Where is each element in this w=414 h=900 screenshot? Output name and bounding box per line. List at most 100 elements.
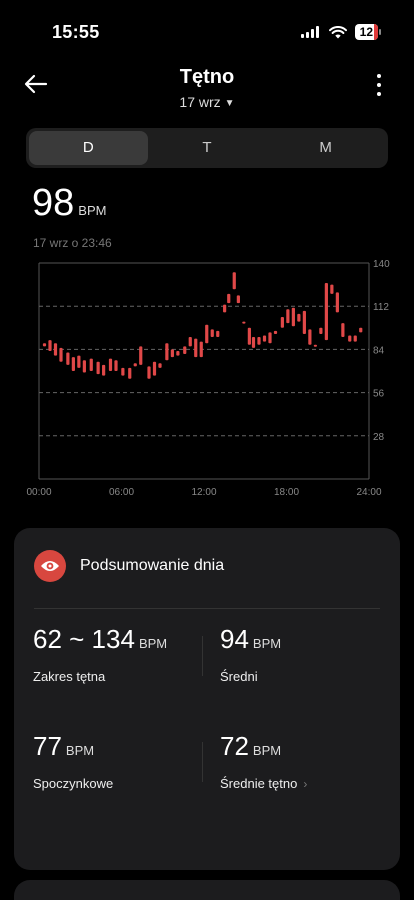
chart-range-bar bbox=[251, 337, 256, 348]
stat-average-label: Średni bbox=[220, 669, 258, 684]
chart-range-bar bbox=[273, 330, 278, 334]
chart-range-bar bbox=[353, 335, 357, 342]
caret-down-icon: ▼ bbox=[224, 98, 235, 109]
heart-rate-chart[interactable]: 140 112 84 56 28 00:00 06:00 12:00 18:00 24:00 bbox=[0, 254, 414, 504]
tab-week[interactable]: T bbox=[148, 131, 267, 165]
stat-average: 94 BPM Średni bbox=[220, 624, 281, 684]
chart-range-bar bbox=[71, 357, 75, 371]
current-bpm: 98 BPM bbox=[32, 182, 106, 225]
chart-range-bar bbox=[89, 358, 93, 371]
chart-range-bar bbox=[262, 335, 267, 342]
chart-range-bar bbox=[210, 329, 214, 338]
current-bpm-value: 98 bbox=[32, 182, 75, 224]
stat-resting-avg[interactable]: 72 BPM Średnie tętno › bbox=[220, 731, 307, 791]
chart-range-bar bbox=[232, 272, 236, 290]
column-divider bbox=[202, 742, 203, 782]
stat-resting: 77 BPM Spoczynkowe bbox=[33, 731, 113, 791]
battery-level: 12 bbox=[359, 25, 373, 39]
chart-range-bar bbox=[128, 367, 132, 379]
chart-range-bar bbox=[302, 310, 306, 334]
chart-range-bar bbox=[176, 350, 180, 356]
summary-title: Podsumowanie dnia bbox=[80, 557, 225, 574]
page-title: Tętno bbox=[179, 66, 235, 88]
period-tabs: D T M bbox=[26, 128, 388, 168]
date-selector[interactable]: 17 wrz ▼ bbox=[0, 94, 414, 110]
chart-range-bar bbox=[348, 335, 352, 342]
chart-range-bar bbox=[268, 332, 272, 344]
stat-resting-label: Spoczynkowe bbox=[33, 776, 114, 791]
column-divider bbox=[202, 636, 203, 676]
chart-y-tick: 112 bbox=[373, 302, 389, 313]
wifi-icon bbox=[328, 25, 347, 38]
current-bpm-unit: BPM bbox=[78, 203, 107, 218]
chart-range-bar bbox=[48, 340, 52, 351]
stat-average-unit: BPM bbox=[252, 636, 282, 651]
chart-range-bar bbox=[297, 313, 301, 322]
stat-resting-unit: BPM bbox=[65, 743, 95, 758]
chart-range-bar bbox=[147, 366, 151, 379]
chart-range-bar bbox=[121, 367, 125, 376]
chart-range-bar bbox=[96, 361, 100, 375]
chart-x-tick: 12:00 bbox=[191, 487, 216, 498]
chart-range-bar bbox=[242, 321, 246, 324]
chart-range-bar bbox=[359, 327, 363, 333]
stat-resting-avg-label-text: Średnie tętno bbox=[220, 776, 298, 791]
chart-range-bar bbox=[66, 352, 70, 365]
more-options-button[interactable] bbox=[374, 74, 384, 96]
status-icons: 12 bbox=[300, 24, 382, 40]
chart-range-bar bbox=[152, 361, 157, 376]
chart-range-bar bbox=[158, 363, 162, 368]
chart-range-bar bbox=[77, 355, 81, 368]
chart-range-bar bbox=[205, 324, 209, 344]
header: Tętno 17 wrz ▼ bbox=[0, 60, 414, 120]
stat-resting-avg-value: 72 bbox=[220, 731, 249, 761]
chart-range-bar bbox=[139, 346, 143, 365]
current-timestamp: 17 wrz o 23:46 bbox=[33, 236, 112, 250]
next-card bbox=[14, 880, 400, 900]
tab-month[interactable]: M bbox=[266, 131, 385, 165]
daily-summary-card: Podsumowanie dnia 62 ~ 134 BPM Zakres tęt… bbox=[14, 528, 400, 870]
chart-y-tick: 84 bbox=[373, 345, 385, 356]
chart-range-bar bbox=[170, 349, 174, 358]
chart-range-bar bbox=[108, 358, 113, 371]
battery-icon: 12 bbox=[354, 24, 382, 40]
chart-range-bar bbox=[227, 293, 231, 304]
chart-range-bar bbox=[319, 327, 323, 334]
chart-y-tick: 140 bbox=[373, 259, 390, 270]
chart-range-bar bbox=[286, 309, 290, 324]
chart-range-bar bbox=[165, 343, 169, 361]
summary-header: Podsumowanie dnia bbox=[34, 550, 224, 582]
chart-y-tick: 28 bbox=[373, 432, 385, 443]
stat-range-label: Zakres tętna bbox=[33, 669, 106, 684]
chart-range-bar bbox=[53, 343, 58, 356]
stat-range-value: 62 ~ 134 bbox=[33, 624, 135, 654]
chart-range-bar bbox=[330, 284, 334, 294]
chart-x-tick: 18:00 bbox=[274, 487, 299, 498]
chart-range-bar bbox=[188, 337, 192, 347]
chart-x-tick: 24:00 bbox=[356, 487, 381, 498]
chart-range-bar bbox=[223, 304, 227, 313]
chart-range-bar bbox=[313, 344, 317, 347]
stat-range-unit: BPM bbox=[138, 636, 168, 651]
chart-range-bar bbox=[324, 283, 328, 341]
chart-range-bar bbox=[257, 337, 261, 345]
tab-day[interactable]: D bbox=[29, 131, 148, 165]
summary-divider bbox=[34, 608, 380, 609]
stat-average-value: 94 bbox=[220, 624, 249, 654]
chart-range-bar bbox=[247, 327, 251, 345]
chart-range-bar bbox=[199, 341, 203, 358]
signal-icon bbox=[300, 26, 319, 38]
chart-x-tick: 00:00 bbox=[26, 487, 51, 498]
chart-range-bar bbox=[59, 347, 63, 362]
chart-range-bar bbox=[42, 343, 47, 347]
stat-resting-avg-label: Średnie tętno › bbox=[220, 776, 307, 791]
more-vertical-icon bbox=[377, 74, 381, 78]
chart-range-bar bbox=[133, 363, 137, 367]
status-bar: 15:55 12 bbox=[0, 0, 414, 60]
chart-range-bar bbox=[280, 317, 284, 328]
stat-resting-avg-unit: BPM bbox=[252, 743, 282, 758]
chart-x-tick: 06:00 bbox=[109, 487, 134, 498]
chart-range-bar bbox=[291, 307, 295, 327]
stat-range: 62 ~ 134 BPM Zakres tętna bbox=[33, 624, 167, 684]
chart-range-bar bbox=[82, 360, 86, 373]
